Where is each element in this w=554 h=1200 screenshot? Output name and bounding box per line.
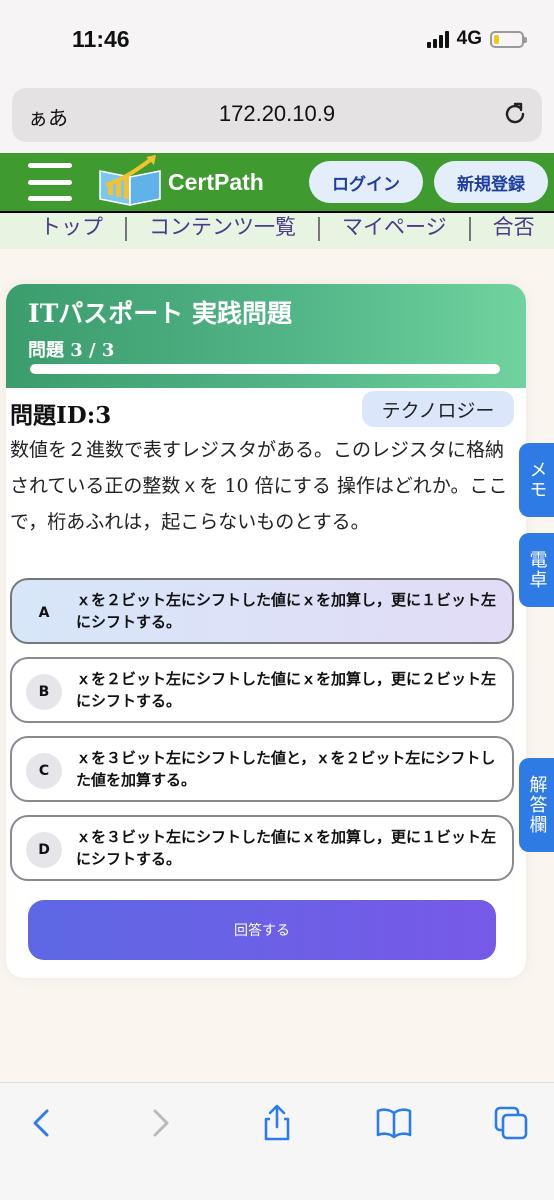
forward-icon[interactable] <box>140 1103 180 1143</box>
back-icon[interactable] <box>22 1103 62 1143</box>
question-card: ITパスポート 実践問題 問題 3 / 3 問題ID:3 テクノロジー 数値を２… <box>6 284 526 978</box>
choice-letter: C <box>26 753 62 789</box>
choice-text: ｘを３ビット左にシフトした値にｘを加算し，更に１ビット左にシフトする。 <box>76 828 497 868</box>
login-button[interactable]: ログイン <box>309 161 423 203</box>
choice-b[interactable]: B ｘを２ビット左にシフトした値にｘを加算し，更に２ビット左にシフトする。 <box>10 657 514 723</box>
nav-item-mypage[interactable]: マイページ <box>342 213 447 241</box>
status-time: 11:46 <box>72 26 130 52</box>
site-header: CertPath ログイン 新規登録 <box>0 153 554 211</box>
choice-text: ｘを３ビット左にシフトした値と，ｘを２ビット左にシフトした値を加算する。 <box>76 749 496 789</box>
battery-level <box>494 34 500 44</box>
choice-c[interactable]: C ｘを３ビット左にシフトした値と，ｘを２ビット左にシフトした値を加算する。 <box>10 736 514 802</box>
browser-address-area: ぁあ 172.20.10.9 <box>0 80 554 152</box>
choice-d[interactable]: D ｘを３ビット左にシフトした値にｘを加算し，更に１ビット左にシフトする。 <box>10 815 514 881</box>
question-text: 数値を２進数で表すレジスタがある。このレジスタに格納されている正の整数ｘを 10… <box>10 439 508 533</box>
browser-toolbar <box>0 1082 554 1200</box>
question-id: 問題ID:3 <box>10 402 112 429</box>
nav-item-content-list[interactable]: コンテンツ一覧 <box>149 213 296 241</box>
nav-separator <box>125 216 127 241</box>
bookmarks-icon[interactable] <box>374 1103 414 1143</box>
choice-text: ｘを２ビット左にシフトした値にｘを加算し，更に１ビット左にシフトする。 <box>76 591 497 631</box>
menu-icon[interactable] <box>28 163 72 201</box>
status-bar: 11:46 4G <box>0 0 554 80</box>
url-text[interactable]: 172.20.10.9 <box>12 101 542 127</box>
progress-fill <box>30 364 500 374</box>
share-icon[interactable] <box>257 1103 297 1143</box>
signup-button[interactable]: 新規登録 <box>434 161 548 203</box>
memo-tab[interactable]: メモ <box>519 443 554 517</box>
signal-icon <box>426 30 449 48</box>
choice-letter: B <box>26 674 62 710</box>
submit-answer-button[interactable]: 回答する <box>28 900 496 960</box>
battery-icon <box>490 30 527 48</box>
nav-separator <box>318 216 320 241</box>
card-title: ITパスポート 実践問題 <box>28 299 293 328</box>
choice-letter: D <box>26 832 62 868</box>
nav-item-results[interactable]: 合否 <box>493 213 535 241</box>
sub-nav: トップ コンテンツ一覧 マイページ 合否 <box>0 211 554 249</box>
nav-item-top[interactable]: トップ <box>40 213 103 241</box>
logo-text: CertPath <box>168 169 264 195</box>
choice-text: ｘを２ビット左にシフトした値にｘを加算し，更に２ビット左にシフトする。 <box>76 670 497 710</box>
answer-sheet-tab[interactable]: 解答欄 <box>519 758 554 852</box>
choice-a[interactable]: A ｘを２ビット左にシフトした値にｘを加算し，更に１ビット左にシフトする。 <box>10 578 514 644</box>
address-bar[interactable]: ぁあ 172.20.10.9 <box>12 88 542 142</box>
status-indicators: 4G <box>426 28 527 50</box>
card-header: ITパスポート 実践問題 問題 3 / 3 <box>6 284 526 388</box>
reload-icon[interactable] <box>500 99 530 129</box>
category-badge: テクノロジー <box>362 391 514 427</box>
question-counter: 問題 3 / 3 <box>28 340 115 361</box>
network-type: 4G <box>456 28 482 49</box>
logo[interactable]: CertPath <box>96 155 271 207</box>
choice-letter: A <box>38 605 50 621</box>
progress-bar <box>30 364 500 374</box>
tabs-icon[interactable] <box>491 1103 531 1143</box>
nav-separator <box>468 216 471 241</box>
calculator-tab[interactable]: 電卓 <box>519 533 554 607</box>
